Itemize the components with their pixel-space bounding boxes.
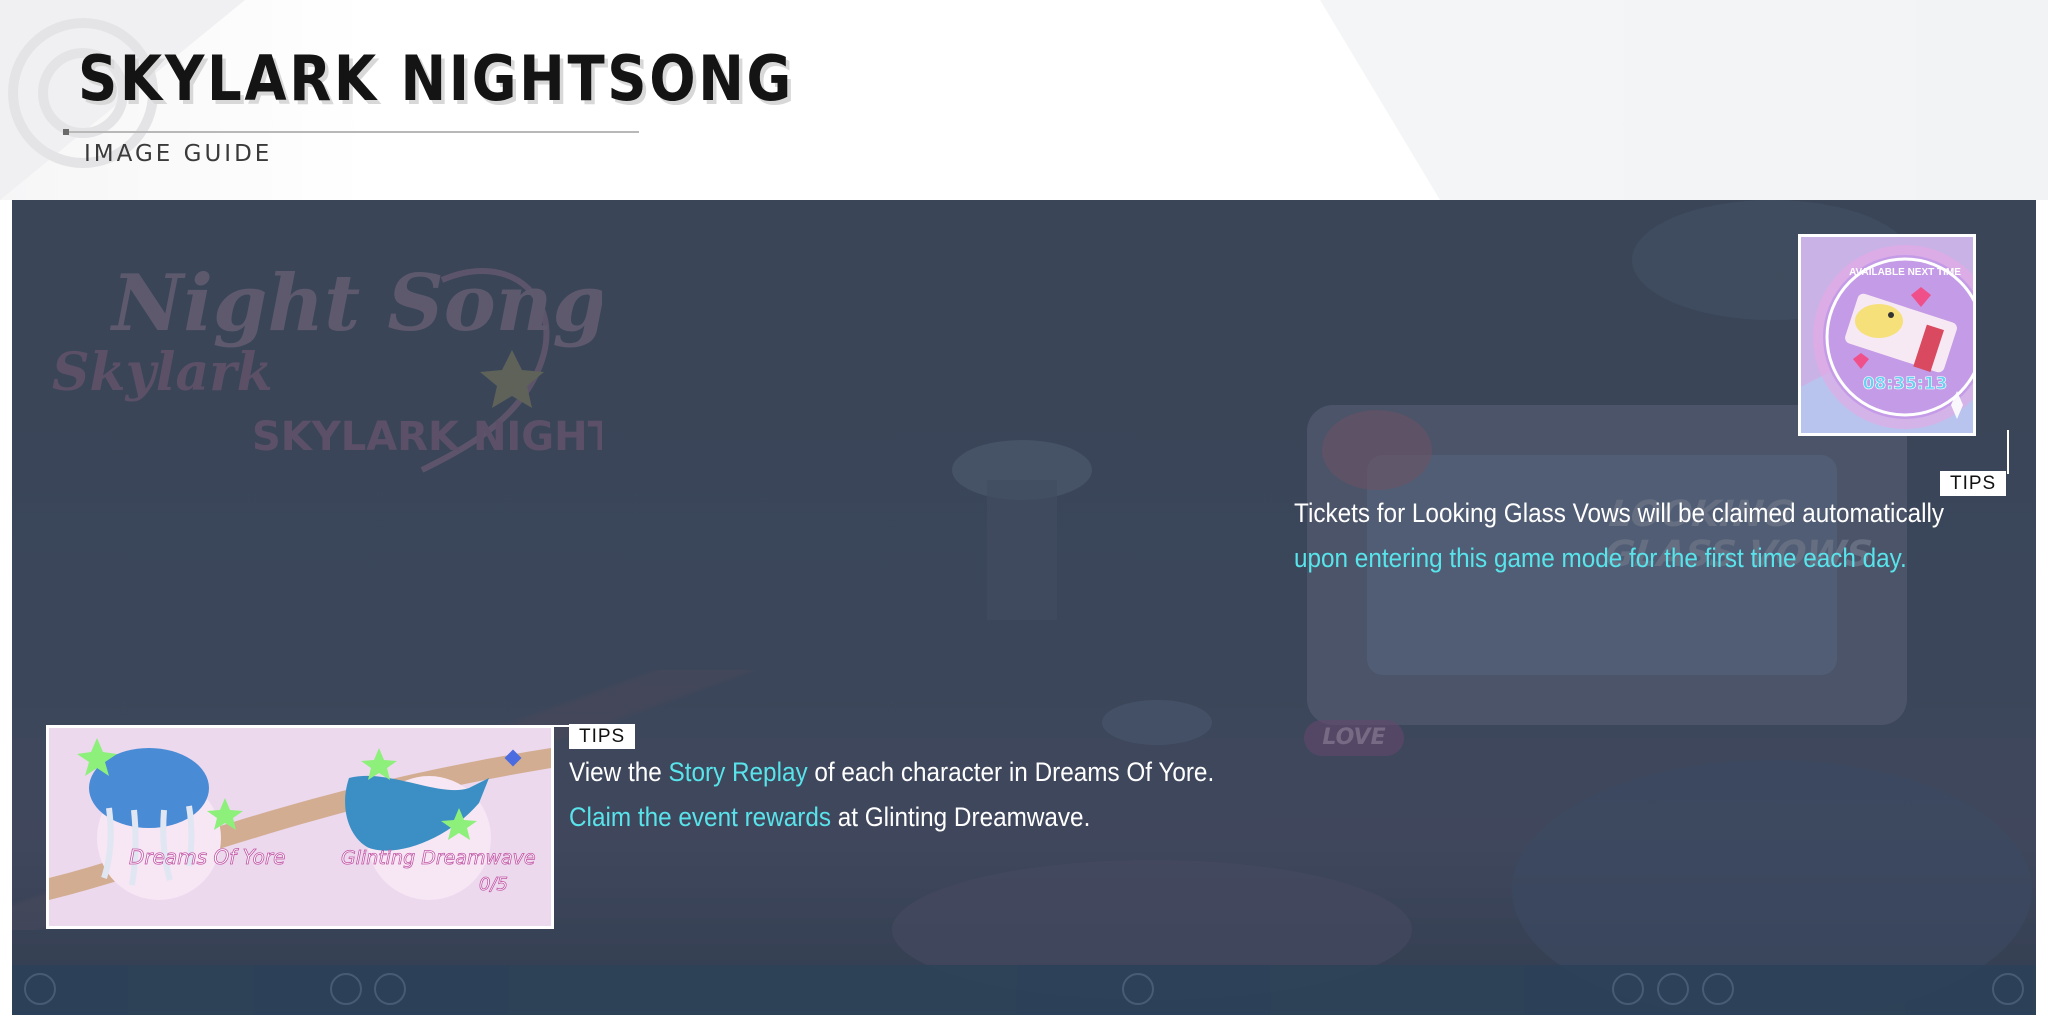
hud-icon-8 xyxy=(1992,973,2024,1005)
page-title: SKYLARK NIGHTSONG xyxy=(78,42,794,115)
page-subtitle: IMAGE GUIDE xyxy=(84,141,273,167)
tip-left-line-2: Claim the event rewards at Glinting Drea… xyxy=(569,802,1090,833)
hud-icon-6 xyxy=(1657,973,1689,1005)
tips-badge-left: TIPS xyxy=(569,724,636,749)
hud-icon-7 xyxy=(1702,973,1734,1005)
tip-right-line-1: Tickets for Looking Glass Vows will be c… xyxy=(1294,498,1945,528)
tips-badge-right: TIPS xyxy=(1940,471,2007,496)
title-divider-tick xyxy=(63,129,69,135)
ticket-caption: AVAILABLE NEXT TIME xyxy=(1849,267,1961,278)
hud-icon-3 xyxy=(374,973,406,1005)
claim-rewards-highlight: Claim the event rewards xyxy=(569,802,832,832)
mode-label-dreams: Dreams Of Yore xyxy=(129,845,285,869)
tip-right-line-2: upon entering this game mode for the fir… xyxy=(1294,543,1907,573)
hud-icon-2 xyxy=(330,973,362,1005)
modes-thumbnail: Dreams Of Yore Glinting Dreamwave 0/5 xyxy=(46,725,554,929)
tips-connector-right xyxy=(2007,430,2009,474)
tip-left-line-1: View the Story Replay of each character … xyxy=(569,757,1214,788)
story-replay-highlight: Story Replay xyxy=(668,757,808,787)
ticket-thumbnail: AVAILABLE NEXT TIME 08:35:13 xyxy=(1798,234,1976,436)
guide-header: SKYLARK NIGHTSONG IMAGE GUIDE xyxy=(0,0,2048,200)
bird-icon xyxy=(1855,304,1903,338)
modes-thumbnail-art: Dreams Of Yore Glinting Dreamwave 0/5 xyxy=(49,728,551,926)
hud-icon-4 xyxy=(1122,973,1154,1005)
hud-icon-5 xyxy=(1612,973,1644,1005)
tips-connector-left xyxy=(551,725,569,727)
header-decor-band xyxy=(1320,0,2048,200)
tip-left-line-1-text-b: of each character in Dreams Of Yore. xyxy=(807,757,1215,787)
mode-progress: 0/5 xyxy=(479,874,508,895)
ticket-thumbnail-art: AVAILABLE NEXT TIME 08:35:13 xyxy=(1801,237,1973,433)
hud-icon-1 xyxy=(24,973,56,1005)
tip-left-line-2-text-b: at Glinting Dreamwave. xyxy=(831,802,1091,832)
title-divider xyxy=(64,131,639,133)
mode-label-dreamwave: Glinting Dreamwave xyxy=(341,847,536,869)
bottom-hud-bar xyxy=(12,965,2036,1015)
ticket-timer: 08:35:13 xyxy=(1863,374,1948,394)
tip-left-line-1-text-a: View the xyxy=(569,757,669,787)
